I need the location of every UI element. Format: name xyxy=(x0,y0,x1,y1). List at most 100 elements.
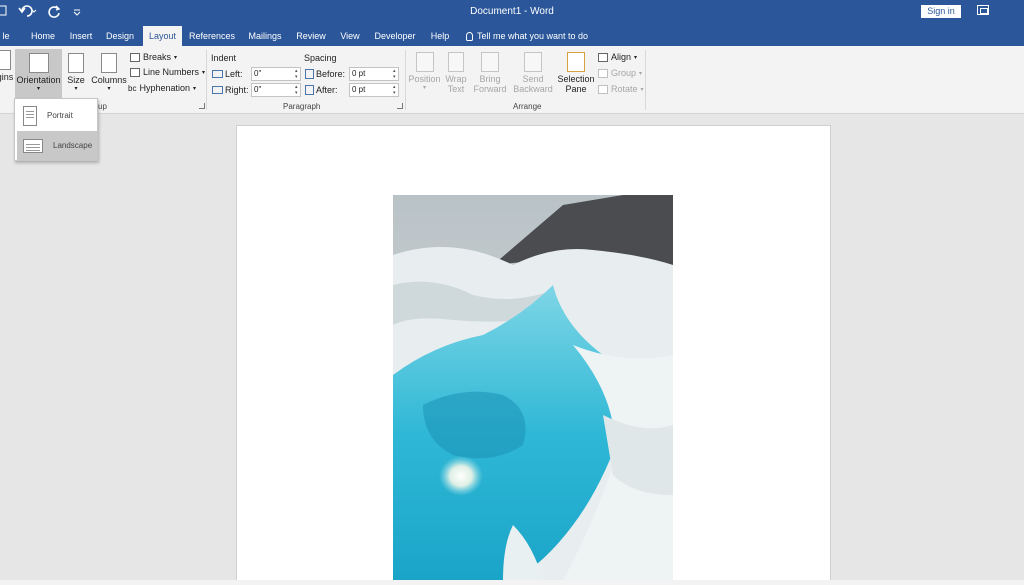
selection-pane-label-2: Pane xyxy=(565,84,587,94)
orientation-icon xyxy=(28,53,49,73)
line-numbers-button[interactable]: Line Numbers ▾ xyxy=(130,67,205,77)
group-divider xyxy=(405,50,406,110)
spacing-before-icon xyxy=(305,69,314,79)
send-backward-icon xyxy=(524,52,542,72)
send-backward-button[interactable]: Send Backward xyxy=(511,52,555,94)
columns-button[interactable]: Columns ▾ xyxy=(90,53,128,93)
page-setup-launcher-icon[interactable] xyxy=(199,103,205,109)
spacing-before-input[interactable]: 0 pt xyxy=(349,67,399,81)
hyphenation-icon: bc xyxy=(128,83,137,93)
spacing-after-label: After: xyxy=(305,85,338,95)
bring-forward-icon xyxy=(481,52,499,72)
ribbon-display-options-icon[interactable] xyxy=(977,5,989,15)
tab-view[interactable]: View xyxy=(336,26,364,46)
tab-home[interactable]: Home xyxy=(27,26,59,46)
bring-forward-button[interactable]: Bring Forward xyxy=(471,52,509,94)
spacing-after-icon xyxy=(305,85,314,95)
indent-right-input[interactable]: 0" xyxy=(251,83,301,97)
rotate-button[interactable]: Rotate ▾ xyxy=(598,84,644,94)
indent-right-icon xyxy=(212,86,223,94)
ribbon: gins Orientation ▾ Size ▾ Columns ▾ Brea… xyxy=(0,46,1024,114)
glacier-image[interactable] xyxy=(393,195,673,580)
group-objects-label: Group xyxy=(611,68,637,78)
paragraph-launcher-icon[interactable] xyxy=(397,103,403,109)
tab-review[interactable]: Review xyxy=(293,26,329,46)
selection-pane-icon xyxy=(567,52,585,72)
spacing-after-input[interactable]: 0 pt xyxy=(349,83,399,97)
breaks-icon xyxy=(130,52,140,62)
sign-in-button[interactable]: Sign in xyxy=(921,5,961,18)
breaks-button[interactable]: Breaks ▾ xyxy=(130,52,177,62)
group-divider xyxy=(645,50,646,110)
size-chevron-down-icon: ▾ xyxy=(74,86,78,92)
rotate-label: Rotate xyxy=(611,84,638,94)
align-button[interactable]: Align ▾ xyxy=(598,52,637,62)
margins-label: gins xyxy=(0,72,14,82)
hyphenation-label: Hyphenation xyxy=(139,83,190,93)
tab-help[interactable]: Help xyxy=(426,26,454,46)
tell-me-text: Tell me what you want to do xyxy=(477,31,589,41)
status-bar xyxy=(0,580,1024,585)
spacing-before-label: Before: xyxy=(305,69,345,79)
position-icon xyxy=(415,52,434,72)
indent-right-label: Right: xyxy=(212,85,249,95)
portrait-page-icon xyxy=(23,105,37,126)
landscape-label: Landscape xyxy=(53,141,93,150)
tab-layout[interactable]: Layout xyxy=(143,26,182,46)
selection-pane-label-1: Selection xyxy=(557,74,595,84)
selection-pane-button[interactable]: Selection Pane xyxy=(556,52,596,94)
group-divider xyxy=(206,50,207,110)
document-title: Document1 - Word xyxy=(470,6,554,17)
position-label: Position xyxy=(408,74,441,84)
orientation-label: Orientation xyxy=(16,75,61,85)
lightbulb-icon xyxy=(466,31,473,41)
send-backward-label-2: Backward xyxy=(513,84,553,94)
size-label: Size xyxy=(67,75,85,85)
tab-insert[interactable]: Insert xyxy=(66,26,96,46)
orientation-landscape-option[interactable]: Landscape xyxy=(17,131,97,160)
tell-me-search[interactable]: Tell me what you want to do xyxy=(466,26,588,46)
position-button[interactable]: Position ▾ xyxy=(408,52,441,92)
indent-left-icon xyxy=(212,70,223,78)
bring-forward-label-2: Forward xyxy=(473,84,507,94)
size-icon xyxy=(68,53,84,73)
page-setup-group-label: up xyxy=(98,102,107,111)
arrange-group-label: Arrange xyxy=(513,102,542,111)
align-icon xyxy=(598,52,608,62)
group-objects-icon xyxy=(598,68,608,78)
indent-left-label: Left: xyxy=(212,69,243,79)
tab-references[interactable]: References xyxy=(188,26,236,46)
margins-button[interactable]: gins xyxy=(0,50,16,82)
tab-design[interactable]: Design xyxy=(103,26,137,46)
margins-icon xyxy=(0,50,11,70)
align-label: Align xyxy=(611,52,632,62)
line-numbers-icon xyxy=(130,67,140,77)
tab-developer[interactable]: Developer xyxy=(370,26,420,46)
orientation-portrait-option[interactable]: Portrait xyxy=(17,101,97,130)
title-bar: Document1 - Word Sign in xyxy=(0,0,1024,26)
landscape-page-icon xyxy=(23,138,43,153)
ribbon-tabs: le Home Insert Design Layout References … xyxy=(0,26,1024,46)
wrap-text-button[interactable]: Wrap Text xyxy=(441,52,471,94)
columns-label: Columns xyxy=(91,75,127,85)
orientation-chevron-down-icon: ▾ xyxy=(36,86,40,92)
wrap-text-label-2: Text xyxy=(447,84,465,94)
paragraph-group-label: Paragraph xyxy=(283,102,321,111)
portrait-label: Portrait xyxy=(47,111,73,120)
orientation-button[interactable]: Orientation ▾ xyxy=(15,49,62,98)
bring-forward-label-1: Bring xyxy=(479,74,501,84)
tab-mailings[interactable]: Mailings xyxy=(244,26,286,46)
send-backward-label-1: Send xyxy=(522,74,544,84)
wrap-text-icon xyxy=(448,52,464,72)
spacing-header: Spacing xyxy=(304,53,337,63)
columns-chevron-down-icon: ▾ xyxy=(107,86,111,92)
hyphenation-button[interactable]: bc Hyphenation ▾ xyxy=(128,83,196,93)
indent-header: Indent xyxy=(211,53,237,63)
indent-left-input[interactable]: 0" xyxy=(251,67,301,81)
columns-icon xyxy=(101,53,117,73)
orientation-menu: Portrait Landscape xyxy=(14,98,98,161)
tab-file[interactable]: le xyxy=(0,26,12,46)
wrap-text-label-1: Wrap xyxy=(445,74,467,84)
group-objects-button[interactable]: Group ▾ xyxy=(598,68,642,78)
size-button[interactable]: Size ▾ xyxy=(64,53,88,93)
